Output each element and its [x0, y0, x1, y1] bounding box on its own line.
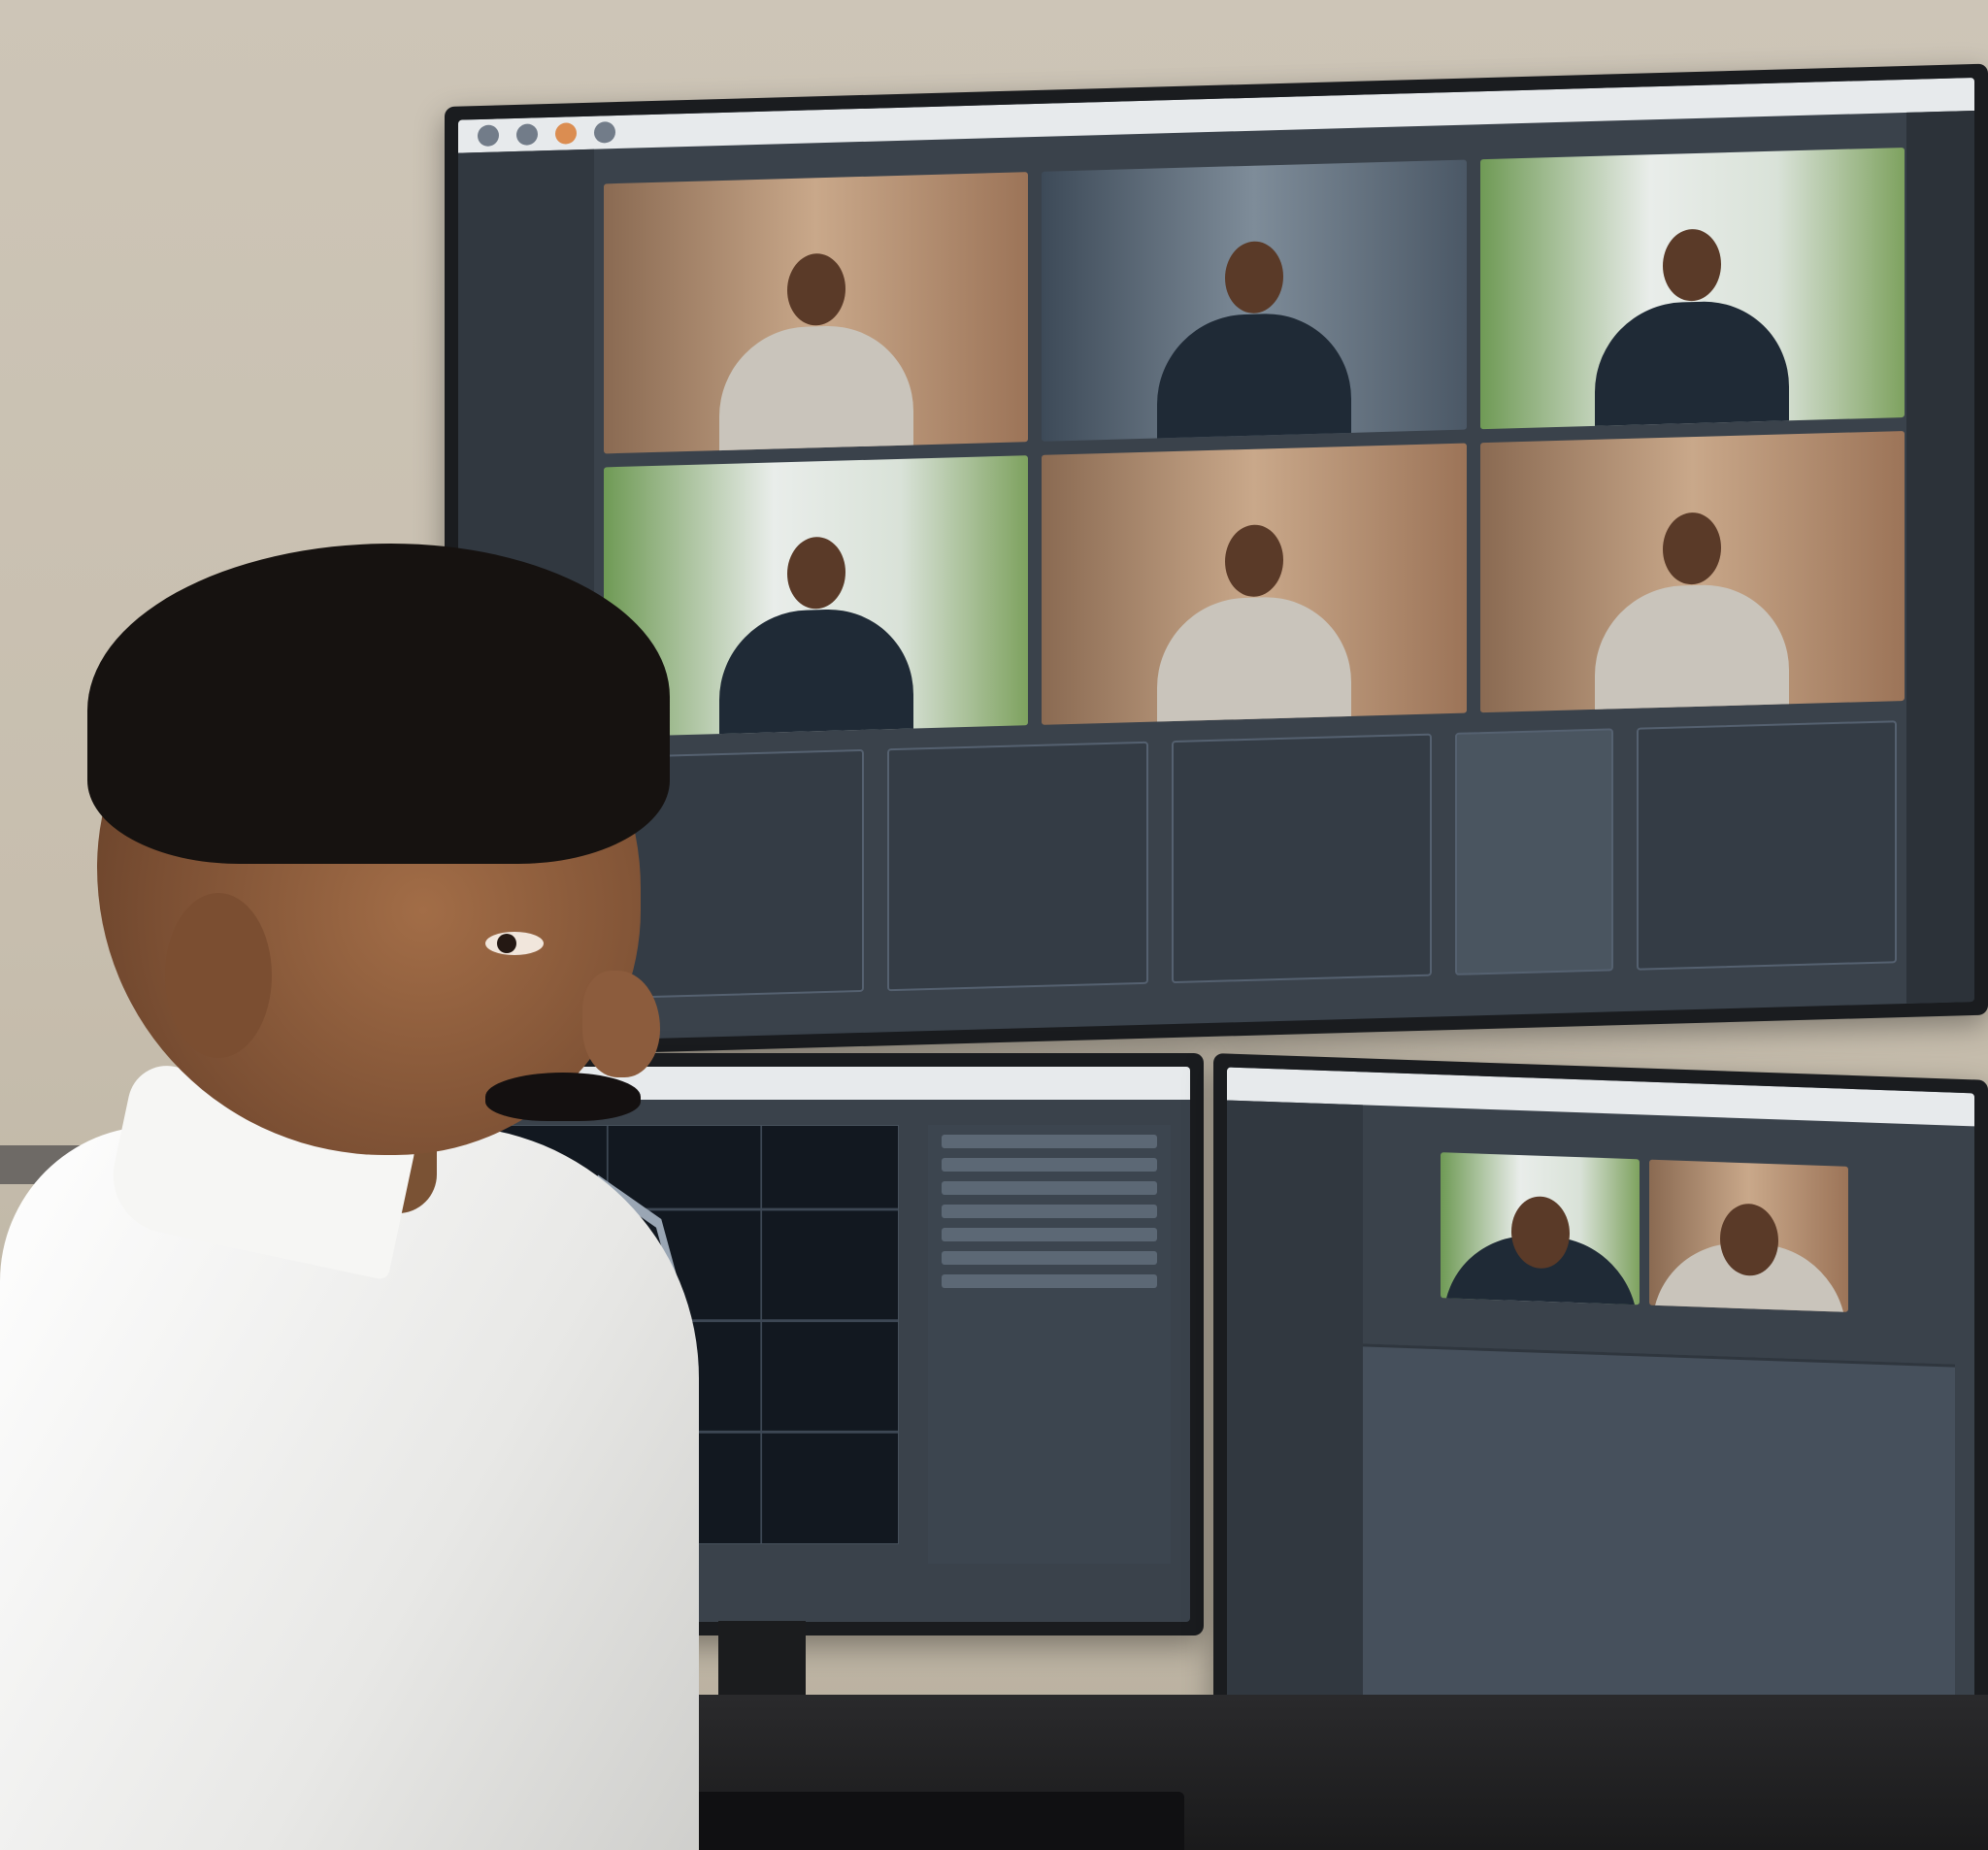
keyboard [660, 1792, 1184, 1850]
outliner-panel [928, 1125, 1171, 1564]
video-thumbnail [1479, 430, 1905, 713]
preview-panel [1455, 728, 1613, 975]
video-thumbnail [1479, 147, 1905, 430]
properties-panel [1906, 110, 1974, 1004]
ear [165, 893, 272, 1058]
outliner-row [942, 1135, 1157, 1148]
outliner-row [942, 1228, 1157, 1241]
mustache [485, 1073, 641, 1121]
thumbnail-person-head [786, 536, 845, 610]
thumbnail-person-head [1663, 228, 1722, 302]
bottom-right-monitor [1213, 1053, 1988, 1760]
scope-panel [1171, 733, 1433, 984]
thumbnail-person-body [1595, 299, 1790, 430]
outliner-row [942, 1158, 1157, 1172]
thumbnail-person-body [1595, 582, 1790, 713]
photo-scene [0, 0, 1988, 1850]
thumbnail-person-body [1156, 311, 1351, 442]
thumbnail-person-head [1224, 240, 1283, 314]
thumbnail-person-body [718, 607, 913, 738]
preview-thumbnails [1441, 1152, 1848, 1312]
nose [582, 971, 660, 1077]
video-thumbnail [1441, 1152, 1640, 1305]
toolbar-icon [594, 121, 615, 144]
thumbnail-person-body [718, 323, 913, 454]
thumbnail-person-head [786, 252, 845, 326]
toolbar-icon [516, 123, 538, 146]
outliner-row [942, 1251, 1157, 1265]
video-thumbnail [1649, 1159, 1848, 1312]
video-thumbnail [1042, 159, 1467, 442]
thumbnail-person-head [1224, 523, 1283, 598]
outliner-row [942, 1274, 1157, 1288]
toolbar-icon [555, 122, 577, 145]
video-thumbnail [1042, 443, 1467, 725]
editor-toolbar [458, 77, 1974, 153]
scope-panel [887, 741, 1148, 992]
toolbar-icon [478, 124, 499, 148]
thumbnail-person-body [1156, 594, 1351, 725]
timeline [1363, 1343, 1955, 1726]
bottom-right-screen [1227, 1067, 1974, 1746]
media-browser [1227, 1100, 1363, 1725]
outliner-row [942, 1205, 1157, 1218]
hair [87, 544, 670, 864]
person [0, 544, 699, 1850]
editor-lower-panels [604, 720, 1897, 1000]
video-thumbnail-grid [604, 147, 1905, 738]
eye [485, 932, 544, 955]
video-thumbnail [604, 172, 1029, 454]
timeline-panel [1636, 720, 1897, 971]
outliner-row [942, 1181, 1157, 1195]
thumbnail-person-head [1663, 512, 1722, 585]
